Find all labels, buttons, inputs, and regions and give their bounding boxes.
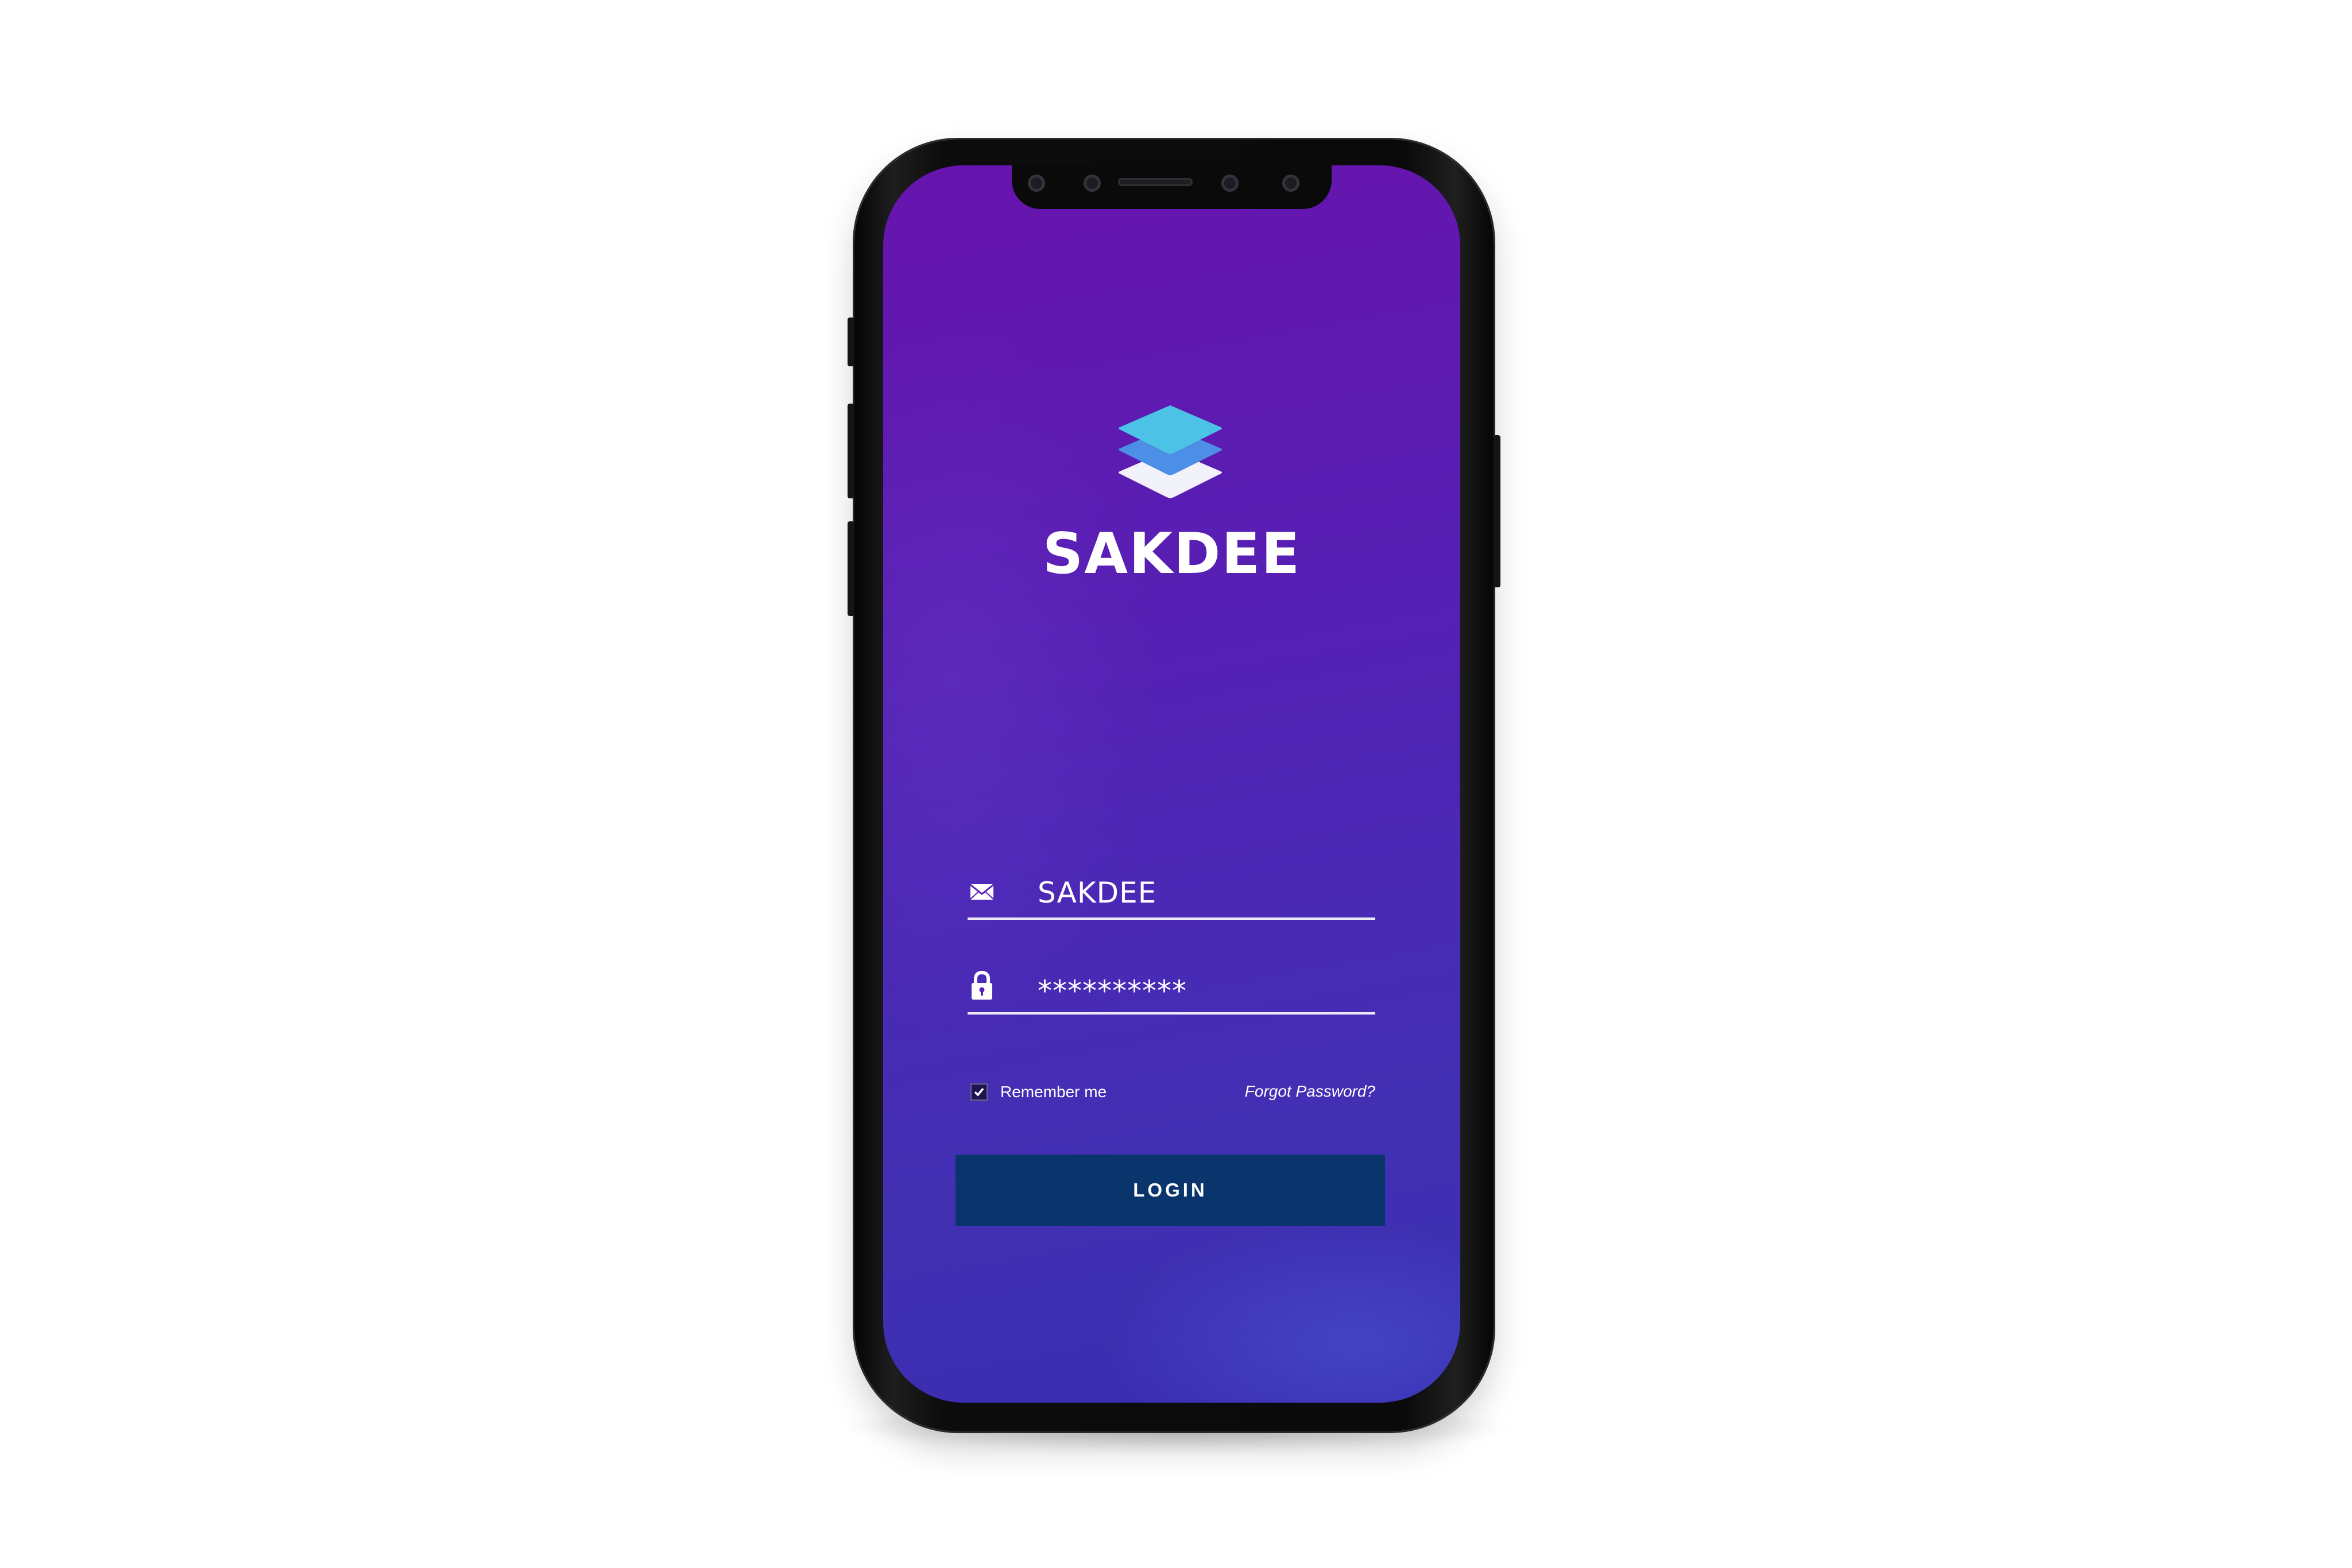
remember-me-option[interactable]: Remember me	[970, 1083, 1107, 1101]
remember-me-label: Remember me	[1000, 1083, 1107, 1101]
earpiece-speaker	[1118, 178, 1193, 186]
password-field[interactable]: **********	[968, 949, 1375, 1015]
mockup-stage: SAKDEE SAKDEE ********** Remember me For…	[0, 0, 2352, 1568]
login-button[interactable]: LOGIN	[956, 1155, 1385, 1226]
sensor-dot	[1028, 175, 1045, 192]
mute-switch	[848, 318, 854, 366]
phone-screen: SAKDEE SAKDEE ********** Remember me For…	[883, 165, 1460, 1403]
brand-title: SAKDEE	[1042, 521, 1301, 587]
lock-icon	[969, 970, 995, 1000]
volume-down-button	[848, 521, 854, 616]
remember-me-checkbox[interactable]	[970, 1083, 988, 1101]
envelope-icon	[969, 878, 995, 905]
check-icon	[974, 1087, 984, 1097]
forgot-password-link[interactable]: Forgot Password?	[1245, 1082, 1375, 1101]
layers-logo-icon	[1113, 395, 1228, 504]
camera-dot	[1282, 175, 1299, 192]
username-field[interactable]: SAKDEE	[968, 854, 1375, 920]
phone-frame: SAKDEE SAKDEE ********** Remember me For…	[848, 140, 1500, 1431]
power-button	[1494, 435, 1500, 587]
volume-up-button	[848, 404, 854, 498]
password-value: **********	[1038, 974, 1187, 1008]
username-value: SAKDEE	[1038, 876, 1157, 909]
front-camera-dot	[1084, 175, 1101, 192]
proximity-dot	[1221, 175, 1239, 192]
notch	[1012, 165, 1332, 209]
